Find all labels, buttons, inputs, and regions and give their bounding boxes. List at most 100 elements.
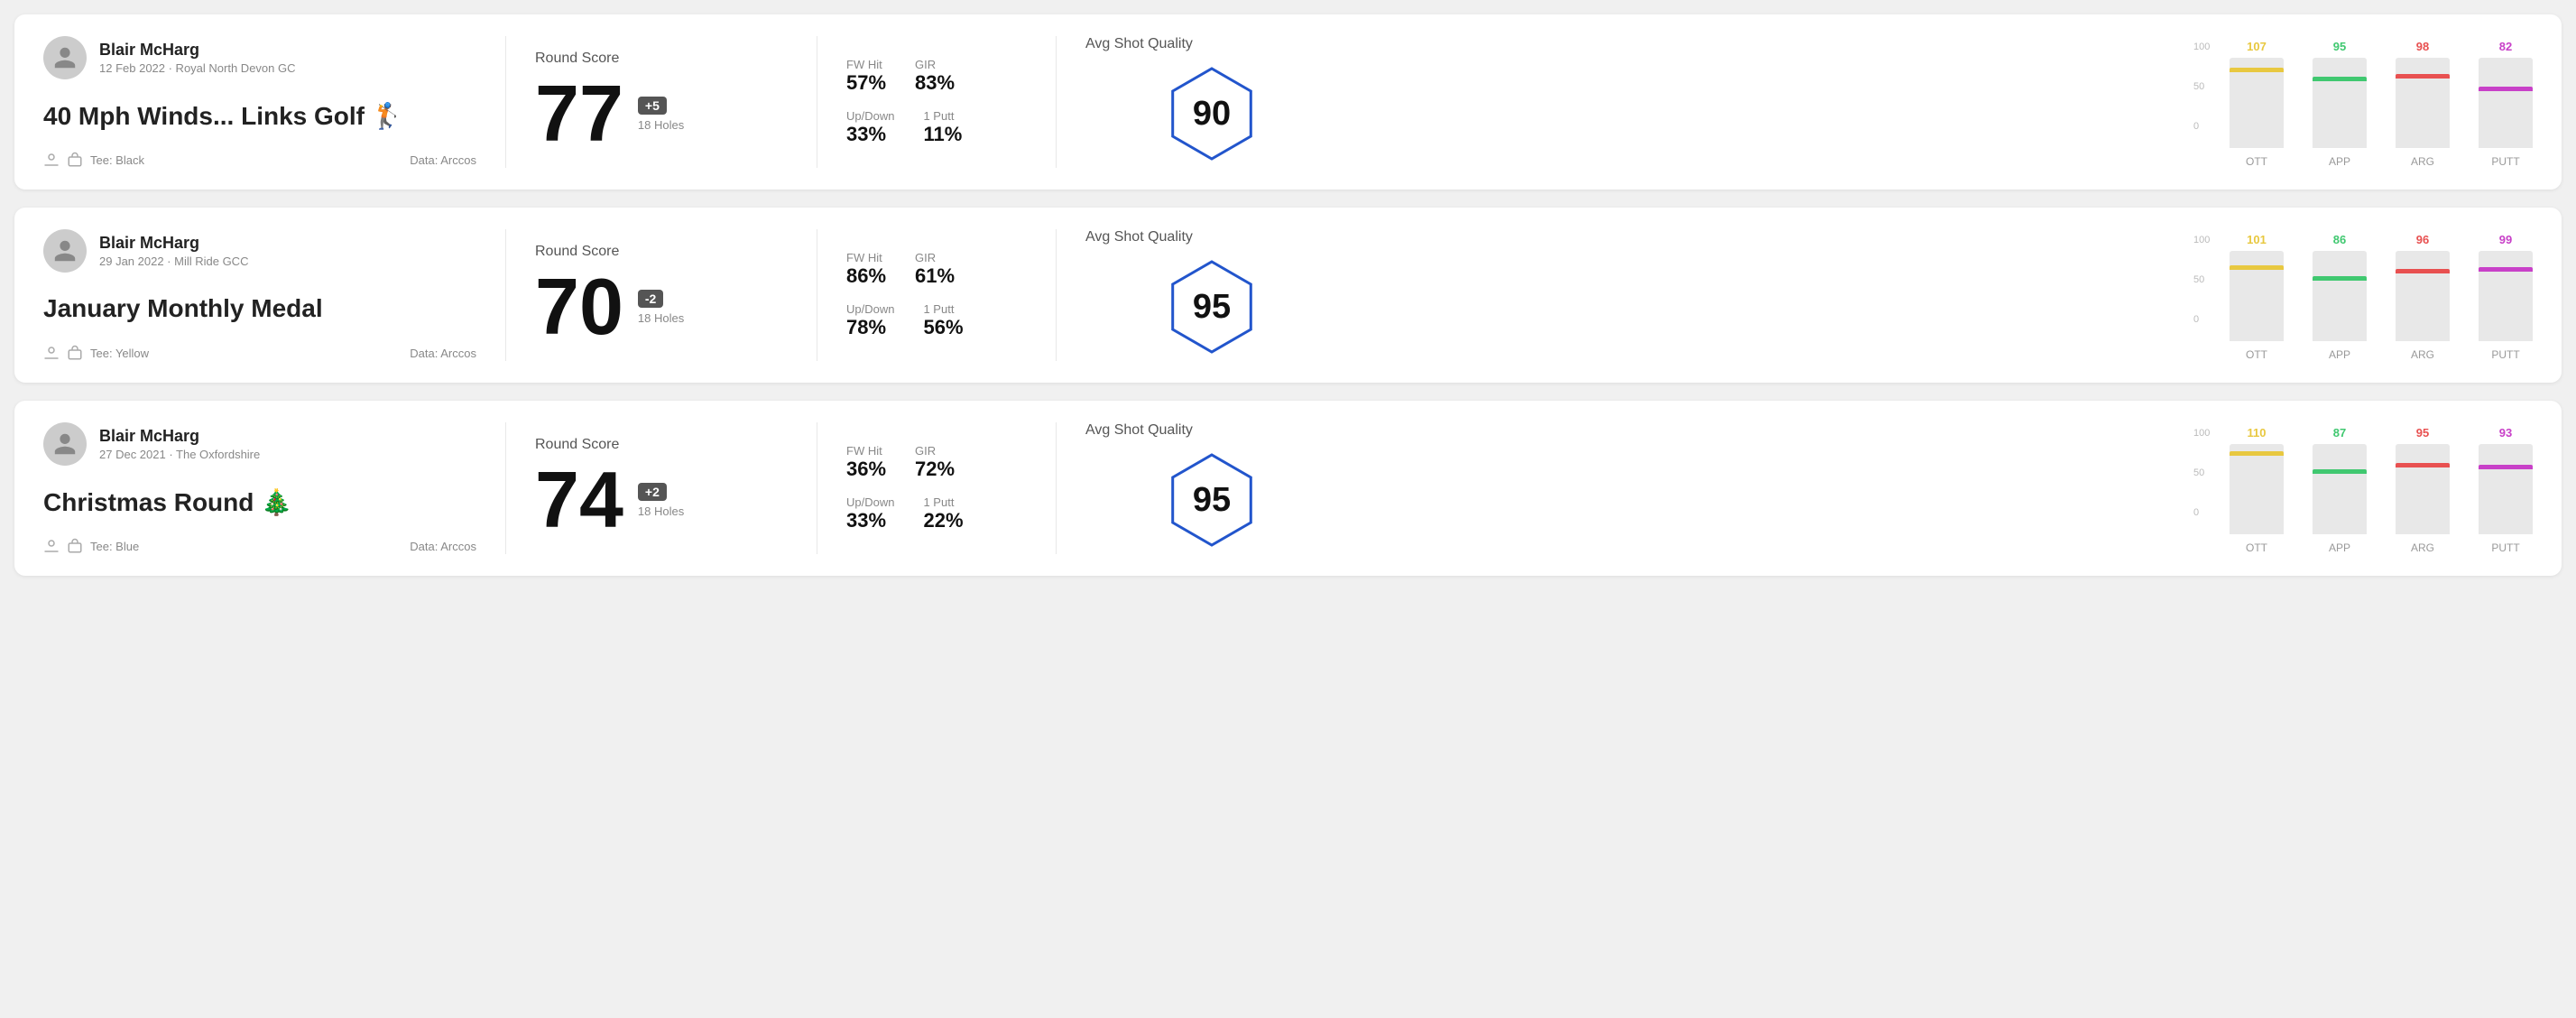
hexagon-wrapper: 95: [1158, 253, 1266, 361]
gir-value: 83%: [915, 71, 955, 95]
bar-fill-app: [2313, 469, 2367, 474]
bar-axis-app: APP: [2329, 155, 2350, 168]
bar-fill-putt: [2479, 465, 2533, 469]
score-row: 70-218 Holes: [535, 267, 788, 347]
fw-hit-stat: FW Hit36%: [846, 444, 886, 481]
bar-container-ott: 107: [2230, 58, 2284, 148]
bag-icon: [67, 538, 83, 554]
player-date: 12 Feb 2022 · Royal North Devon GC: [99, 61, 296, 75]
bar-group-putt: 93PUTT: [2479, 444, 2533, 554]
tee-info: Tee: Yellow: [43, 345, 149, 361]
tee-label: Tee: Black: [90, 153, 144, 167]
player-name: Blair McHarg: [99, 41, 296, 60]
bar-axis-app: APP: [2329, 348, 2350, 361]
card-footer: Tee: Yellow Data: Arccos: [43, 345, 476, 361]
bar-value-putt: 82: [2499, 40, 2512, 53]
bar-axis-arg: ARG: [2411, 348, 2434, 361]
score-label: Round Score: [535, 51, 788, 67]
bar-group-app: 87APP: [2313, 444, 2367, 554]
hexagon-wrapper: 95: [1158, 446, 1266, 554]
bar-chart-wrapper: 100500101OTT86APP96ARG99PUTT: [2230, 235, 2533, 361]
card-left: Blair McHarg29 Jan 2022 · Mill Ride GCCJ…: [43, 229, 476, 361]
fw-hit-label: FW Hit: [846, 58, 886, 71]
one-putt-label: 1 Putt: [923, 495, 963, 509]
round-card-round-1: Blair McHarg12 Feb 2022 · Royal North De…: [14, 14, 2562, 190]
stats-section: FW Hit86%GIR61% Up/Down78% 1 Putt56%: [846, 229, 1027, 361]
fw-hit-label: FW Hit: [846, 444, 886, 458]
bar-fill-ott: [2230, 68, 2284, 72]
bar-axis-arg: ARG: [2411, 155, 2434, 168]
card-footer: Tee: Blue Data: Arccos: [43, 538, 476, 554]
bar-value-app: 87: [2333, 426, 2346, 440]
data-source: Data: Arccos: [410, 540, 476, 553]
bar-group-app: 86 APP: [2313, 251, 2367, 361]
bar-bg-arg: [2396, 444, 2450, 534]
player-row: Blair McHarg27 Dec 2021 · The Oxfordshir…: [43, 422, 476, 466]
updown-stat: Up/Down78%: [846, 302, 894, 339]
quality-label: Avg Shot Quality: [1085, 36, 1193, 52]
chart-section: 100500107OTT95APP98ARG82PUTT: [1338, 36, 2533, 168]
stats-row-1: FW Hit57% GIR83%: [846, 58, 1027, 95]
score-diff-badge: +2: [638, 483, 667, 501]
stats-row-2: Up/Down78% 1 Putt56%: [846, 302, 1027, 339]
bar-bg-arg: [2396, 251, 2450, 341]
bar-axis-ott: OTT: [2246, 541, 2267, 554]
bar-bg-putt: [2479, 251, 2533, 341]
chart-section: 100500101OTT86APP96ARG99PUTT: [1338, 229, 2533, 361]
weather-icon: [43, 538, 60, 554]
bar-group-arg: 98ARG: [2396, 58, 2450, 168]
card-left: Blair McHarg12 Feb 2022 · Royal North De…: [43, 36, 476, 168]
score-number: 77: [535, 74, 623, 153]
tee-info: Tee: Blue: [43, 538, 139, 554]
one-putt-value: 22%: [923, 509, 963, 532]
updown-value: 33%: [846, 509, 894, 532]
stats-row-2: Up/Down33% 1 Putt22%: [846, 495, 1027, 532]
bar-value-ott: 101: [2247, 233, 2267, 246]
fw-hit-value: 86%: [846, 264, 886, 288]
one-putt-stat: 1 Putt56%: [923, 302, 963, 339]
fw-hit-label: FW Hit: [846, 251, 886, 264]
bar-value-arg: 98: [2416, 40, 2429, 53]
bar-group-putt: 99 PUTT: [2479, 251, 2533, 361]
bag-icon: [67, 345, 83, 361]
round-title: Christmas Round 🎄: [43, 487, 476, 517]
player-name: Blair McHarg: [99, 427, 260, 446]
updown-label: Up/Down: [846, 302, 894, 316]
bar-value-app: 86: [2333, 233, 2346, 246]
score-section: Round Score 77 +518 Holes: [535, 36, 788, 168]
bar-group-ott: 101OTT: [2230, 251, 2284, 361]
bar-group-putt: 82PUTT: [2479, 58, 2533, 168]
updown-label: Up/Down: [846, 495, 894, 509]
bag-icon: [67, 152, 83, 168]
bar-value-app: 95: [2333, 40, 2346, 53]
one-putt-label: 1 Putt: [923, 109, 962, 123]
bar-container-putt: 99: [2479, 251, 2533, 341]
bar-container-app: 86: [2313, 251, 2367, 341]
round-title: 40 Mph Winds... Links Golf 🏌️: [43, 101, 476, 131]
one-putt-value: 11%: [923, 123, 962, 146]
bar-value-arg: 95: [2416, 426, 2429, 440]
bar-axis-putt: PUTT: [2491, 348, 2519, 361]
bar-value-arg: 96: [2416, 233, 2429, 246]
stats-section: FW Hit57%GIR83%Up/Down33%1 Putt11%: [846, 36, 1027, 168]
bar-fill-app: [2313, 276, 2367, 281]
stats-row-1: FW Hit86%GIR61%: [846, 251, 1027, 288]
chart-section: 100500110OTT87APP95ARG93PUTT: [1338, 422, 2533, 554]
avatar: [43, 422, 87, 466]
bar-bg-putt: [2479, 58, 2533, 148]
gir-label: GIR: [915, 58, 955, 71]
bar-group-app: 95APP: [2313, 58, 2367, 168]
bar-fill-ott: [2230, 265, 2284, 270]
bar-group-arg: 95ARG: [2396, 444, 2450, 554]
bar-chart-wrapper: 100500107OTT95APP98ARG82PUTT: [2230, 42, 2533, 168]
player-name: Blair McHarg: [99, 234, 248, 253]
divider-1: [505, 229, 506, 361]
fw-hit-value: 57%: [846, 71, 886, 95]
bar-axis-putt: PUTT: [2491, 155, 2519, 168]
score-badge: +518 Holes: [638, 97, 684, 132]
bar-axis-arg: ARG: [2411, 541, 2434, 554]
bar-chart: 110OTT87APP95ARG93PUTT: [2230, 428, 2533, 554]
divider-3: [1056, 422, 1057, 554]
player-date: 29 Jan 2022 · Mill Ride GCC: [99, 255, 248, 268]
fw-hit-stat: FW Hit86%: [846, 251, 886, 288]
